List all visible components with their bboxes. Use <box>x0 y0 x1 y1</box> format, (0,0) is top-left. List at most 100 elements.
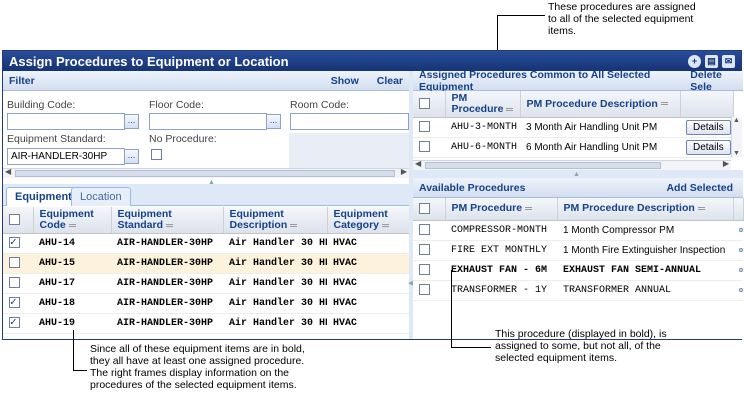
details-button[interactable] <box>739 227 743 232</box>
equipment-code-cell: AHU-15 <box>33 253 111 274</box>
equipment-code-cell: AHU-14 <box>33 233 111 254</box>
sort-icon[interactable] <box>382 223 390 227</box>
table-row[interactable]: COMPRESSOR-MONTH 1 Month Compressor PM <box>413 220 743 241</box>
row-checkbox[interactable] <box>9 315 20 329</box>
sort-icon[interactable] <box>290 223 298 227</box>
details-button[interactable] <box>739 267 743 272</box>
table-row[interactable]: AHU-6-MONTH 6 Month Air Handling Unit PM… <box>413 137 733 158</box>
row-checkbox[interactable] <box>419 141 430 153</box>
row-checkbox[interactable] <box>419 283 430 295</box>
scrollbar-thumb[interactable] <box>15 170 395 177</box>
scroll-down-icon[interactable]: ▼ <box>733 150 740 157</box>
assigned-horizontal-scrollbar[interactable]: ◀ ▶ <box>413 159 731 170</box>
scroll-left-icon[interactable]: ◀ <box>5 167 11 176</box>
table-row[interactable]: TRANSFORMER - 1Y TRANSFORMER ANNUAL <box>413 280 743 301</box>
table-row[interactable]: EXHAUST FAN - 6M EXHAUST FAN SEMI-ANNUAL <box>413 260 743 281</box>
assigned-select-all-header[interactable] <box>413 91 446 118</box>
equipment-category-cell: HVAC <box>327 233 409 254</box>
row-checkbox[interactable] <box>419 223 430 235</box>
equipment-description-cell: Air Handler 30 HP <box>223 313 327 334</box>
annotation-text: Since all of these equipment items are i… <box>90 343 305 355</box>
filter-empty-area <box>289 133 409 169</box>
table-row[interactable]: AHU-18 AIR-HANDLER-30HP Air Handler 30 H… <box>3 293 409 314</box>
add-selected-button[interactable]: Add Selected <box>666 182 733 194</box>
details-button[interactable]: Details <box>686 120 731 135</box>
sort-icon[interactable] <box>525 206 533 210</box>
scroll-left-icon[interactable]: ◀ <box>415 159 421 168</box>
floor-code-browse-button[interactable]: ... <box>266 114 281 129</box>
column-header-pm-procedure-description[interactable]: PM Procedure Description <box>520 91 681 118</box>
tab-equipment[interactable]: Equipment <box>6 187 81 206</box>
equipment-standard-browse-button[interactable]: ... <box>124 149 139 164</box>
scroll-up-icon[interactable]: ▲ <box>733 117 740 124</box>
table-row[interactable]: AHU-17 AIR-HANDLER-30HP Air Handler 30 H… <box>3 273 409 294</box>
equipment-standard-label: Equipment Standard: <box>7 133 106 145</box>
table-row[interactable]: AHU-14 AIR-HANDLER-30HP Air Handler 30 H… <box>3 233 409 254</box>
building-code-input[interactable] <box>7 113 125 130</box>
column-header-equipment-description[interactable]: Equipment Description <box>223 207 328 234</box>
row-checkbox[interactable] <box>9 257 20 269</box>
details-button[interactable] <box>739 247 743 252</box>
building-code-browse-button[interactable]: ... <box>124 114 139 129</box>
sort-icon[interactable] <box>697 206 705 210</box>
column-header-equipment-category[interactable]: Equipment Category <box>327 207 410 234</box>
table-row[interactable]: AHU-19 AIR-HANDLER-30HP Air Handler 30 H… <box>3 313 409 334</box>
scroll-right-icon[interactable]: ▶ <box>723 159 729 168</box>
filter-scrollbar[interactable]: ◀ ▶ <box>3 167 409 178</box>
table-row[interactable]: AHU-3-MONTH 3 Month Air Handling Unit PM… <box>413 117 733 138</box>
table-row[interactable]: FIRE EXT MONTHLY 1 Month Fire Extinguish… <box>413 240 743 261</box>
available-select-all-header[interactable] <box>413 198 446 221</box>
add-icon[interactable]: + <box>688 54 701 68</box>
row-checkbox[interactable] <box>9 277 20 289</box>
equipment-standard-input[interactable]: AIR-HANDLER-30HP <box>7 148 125 165</box>
assigned-vertical-scrollbar[interactable]: ▲ ▼ <box>731 117 742 157</box>
select-all-header[interactable] <box>3 207 34 234</box>
select-all-checkbox[interactable] <box>419 98 430 110</box>
equipment-category-cell: HVAC <box>327 253 409 274</box>
select-all-checkbox[interactable] <box>419 203 430 215</box>
column-header-equipment-standard[interactable]: Equipment Standard <box>111 207 224 234</box>
column-header-pm-procedure-description[interactable]: PM Procedure Description <box>557 198 734 221</box>
scrollbar-thumb[interactable] <box>425 162 661 169</box>
annotation-text: This procedure (displayed in bold), is <box>495 328 667 340</box>
pm-procedure-cell: FIRE EXT MONTHLY <box>445 240 557 261</box>
show-button[interactable]: Show <box>331 75 359 87</box>
sort-icon[interactable] <box>506 107 514 111</box>
row-checkbox[interactable] <box>419 121 430 133</box>
floor-code-input[interactable] <box>149 113 267 130</box>
collapse-icon[interactable]: ▲ <box>573 171 581 178</box>
row-checkbox[interactable] <box>419 263 430 275</box>
pm-description-cell: 3 Month Air Handling Unit PM <box>520 117 680 138</box>
equipment-code-cell: AHU-19 <box>33 313 111 334</box>
details-button[interactable]: Details <box>686 140 731 155</box>
right-pane: Assigned Procedures Common to All Select… <box>413 69 744 339</box>
details-button[interactable] <box>739 287 743 292</box>
equipment-standard-cell: AIR-HANDLER-30HP <box>111 313 223 334</box>
clear-button[interactable]: Clear <box>377 75 403 87</box>
column-header-pm-procedure[interactable]: PM Procedure <box>445 198 558 221</box>
row-checkbox[interactable] <box>419 243 430 255</box>
sort-icon[interactable] <box>660 102 668 106</box>
building-code-label: Building Code: <box>7 99 76 111</box>
column-header-pm-procedure[interactable]: PM Procedure <box>445 91 521 118</box>
annotation-top: These procedures are assigned to all of … <box>548 1 696 37</box>
tab-location[interactable]: Location <box>71 187 131 206</box>
equipment-standard-cell: AIR-HANDLER-30HP <box>111 293 223 314</box>
scroll-right-icon[interactable]: ▶ <box>401 167 407 176</box>
sort-icon[interactable] <box>68 223 76 227</box>
print-icon[interactable]: ▤ <box>705 54 718 68</box>
equipment-description-cell: Air Handler 30 HP <box>223 233 327 254</box>
select-all-checkbox[interactable] <box>9 214 20 226</box>
filter-title: Filter <box>9 74 35 87</box>
row-checkbox[interactable] <box>9 235 20 249</box>
no-procedure-checkbox[interactable] <box>151 149 162 160</box>
delete-selected-button[interactable]: Delete Sele <box>690 69 743 93</box>
sort-icon[interactable] <box>166 223 174 227</box>
equipment-category-cell: HVAC <box>327 273 409 294</box>
room-code-input[interactable] <box>290 113 409 130</box>
row-checkbox[interactable] <box>9 295 20 309</box>
table-row[interactable]: AHU-15 AIR-HANDLER-30HP Air Handler 30 H… <box>3 253 409 274</box>
equipment-standard-cell: AIR-HANDLER-30HP <box>111 233 223 254</box>
email-icon[interactable]: ✉ <box>722 54 735 68</box>
column-header-equipment-code[interactable]: Equipment Code <box>33 207 112 234</box>
